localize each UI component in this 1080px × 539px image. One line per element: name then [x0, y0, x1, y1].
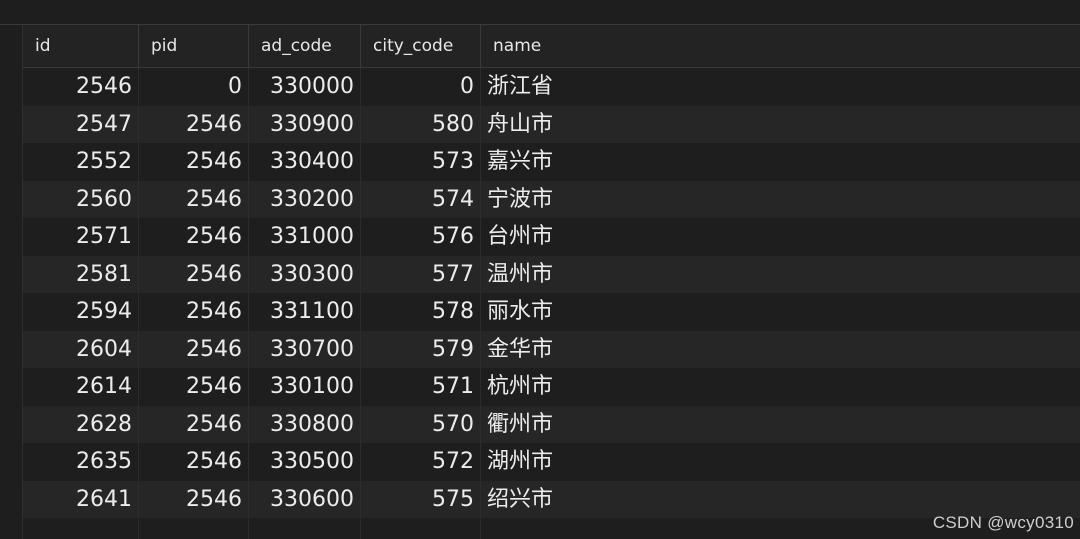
cell-city-code[interactable]: 580: [361, 105, 481, 143]
table-row[interactable]: 2547 2546 330900 580 舟山市: [23, 105, 1080, 144]
cell-pid[interactable]: 2546: [139, 443, 249, 481]
cell-city-code[interactable]: 573: [361, 143, 481, 181]
cell-city-code[interactable]: 0: [361, 68, 481, 106]
cell-pid[interactable]: 2546: [139, 218, 249, 256]
column-header-id[interactable]: id: [23, 25, 139, 67]
cell-ad-code[interactable]: 330000: [249, 68, 361, 106]
cell-pid[interactable]: 2546: [139, 480, 249, 518]
table-row[interactable]: 2571 2546 331000 576 台州市: [23, 218, 1080, 256]
table-row[interactable]: 2604 2546 330700 579 金华市: [23, 330, 1080, 369]
cell-city-code[interactable]: 572: [361, 443, 481, 481]
cell-pid[interactable]: 2546: [139, 180, 249, 218]
row-gutter: [0, 24, 23, 539]
cell-name[interactable]: 衢州市: [481, 406, 1080, 444]
cell-name[interactable]: 丽水市: [481, 293, 1080, 331]
table-header: id pid ad_code city_code name: [23, 25, 1080, 68]
cell-name[interactable]: 台州市: [481, 218, 1080, 256]
column-header-pid[interactable]: pid: [139, 25, 249, 67]
table-row[interactable]: 2581 2546 330300 577 温州市: [23, 255, 1080, 294]
cell-city-code[interactable]: 570: [361, 405, 481, 443]
cell-name[interactable]: 浙江省: [481, 68, 1080, 106]
table-row[interactable]: 2614 2546 330100 571 杭州市: [23, 368, 1080, 406]
toolbar-area: [0, 0, 1080, 25]
table-row[interactable]: 2594 2546 331100 578 丽水市: [23, 293, 1080, 331]
cell-ad-code[interactable]: 330900: [249, 105, 361, 143]
table-row[interactable]: 2641 2546 330600 575 绍兴市: [23, 480, 1080, 518]
cell-ad-code[interactable]: 330300: [249, 255, 361, 293]
table-row[interactable]: 2546 0 330000 0 浙江省: [23, 68, 1080, 106]
table-body: 2546 0 330000 0 浙江省 2547 2546 330900 580 舟山市 2552 2…: [23, 68, 1080, 518]
cell-id[interactable]: 2547: [23, 105, 139, 143]
cell-id[interactable]: 2614: [23, 368, 139, 406]
cell-pid[interactable]: 2546: [139, 255, 249, 293]
cell-pid[interactable]: 0: [139, 68, 249, 106]
cell-name[interactable]: 宁波市: [481, 181, 1080, 219]
cell-pid[interactable]: 2546: [139, 105, 249, 143]
empty-row: [23, 518, 1080, 539]
column-header-name[interactable]: name: [481, 25, 1080, 67]
cell-name[interactable]: 舟山市: [481, 106, 1080, 144]
cell-city-code[interactable]: 571: [361, 368, 481, 406]
table-row[interactable]: 2552 2546 330400 573 嘉兴市: [23, 143, 1080, 181]
column-header-city-code[interactable]: city_code: [361, 25, 481, 67]
cell-pid[interactable]: 2546: [139, 293, 249, 331]
cell-name[interactable]: 金华市: [481, 331, 1080, 369]
cell-ad-code[interactable]: 331100: [249, 293, 361, 331]
cell-city-code[interactable]: 577: [361, 255, 481, 293]
cell-city-code[interactable]: 574: [361, 180, 481, 218]
cell-name[interactable]: 温州市: [481, 256, 1080, 294]
cell-ad-code[interactable]: 330100: [249, 368, 361, 406]
cell-name[interactable]: 湖州市: [481, 443, 1080, 481]
cell-city-code[interactable]: 575: [361, 480, 481, 518]
cell-id[interactable]: 2552: [23, 143, 139, 181]
watermark-text: CSDN @wcy0310: [932, 513, 1074, 532]
cell-ad-code[interactable]: 330700: [249, 330, 361, 368]
cell-ad-code[interactable]: 330800: [249, 405, 361, 443]
cell-id[interactable]: 2628: [23, 405, 139, 443]
cell-name[interactable]: 嘉兴市: [481, 143, 1080, 181]
cell-pid[interactable]: 2546: [139, 330, 249, 368]
cell-ad-code[interactable]: 330200: [249, 180, 361, 218]
cell-city-code[interactable]: 579: [361, 330, 481, 368]
cell-pid[interactable]: 2546: [139, 143, 249, 181]
table-row[interactable]: 2635 2546 330500 572 湖州市: [23, 443, 1080, 481]
table-row[interactable]: 2560 2546 330200 574 宁波市: [23, 180, 1080, 219]
cell-id[interactable]: 2571: [23, 218, 139, 256]
cell-id[interactable]: 2546: [23, 68, 139, 106]
result-table: id pid ad_code city_code name 2546 0 33000…: [23, 25, 1080, 539]
cell-id[interactable]: 2581: [23, 255, 139, 293]
cell-ad-code[interactable]: 330600: [249, 480, 361, 518]
cell-id[interactable]: 2635: [23, 443, 139, 481]
cell-ad-code[interactable]: 330500: [249, 443, 361, 481]
cell-id[interactable]: 2641: [23, 480, 139, 518]
cell-pid[interactable]: 2546: [139, 368, 249, 406]
cell-ad-code[interactable]: 330400: [249, 143, 361, 181]
cell-ad-code[interactable]: 331000: [249, 218, 361, 256]
cell-name[interactable]: 杭州市: [481, 368, 1080, 406]
cell-id[interactable]: 2604: [23, 330, 139, 368]
column-header-ad-code[interactable]: ad_code: [249, 25, 361, 67]
cell-city-code[interactable]: 578: [361, 293, 481, 331]
cell-city-code[interactable]: 576: [361, 218, 481, 256]
cell-id[interactable]: 2594: [23, 293, 139, 331]
table-row[interactable]: 2628 2546 330800 570 衢州市: [23, 405, 1080, 444]
cell-id[interactable]: 2560: [23, 180, 139, 218]
cell-pid[interactable]: 2546: [139, 405, 249, 443]
query-result-window: id pid ad_code city_code name 2546 0 33000…: [0, 0, 1080, 539]
